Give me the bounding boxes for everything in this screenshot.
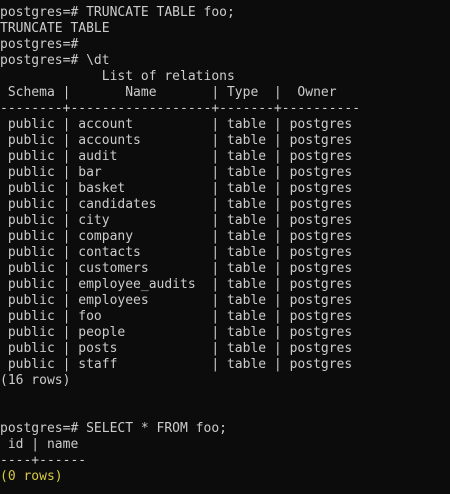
- table-row: public | city | table | postgres: [0, 213, 353, 228]
- terminal-window[interactable]: postgres=# TRUNCATE TABLE foo; TRUNCATE …: [0, 0, 450, 494]
- relations-title: List of relations: [0, 69, 235, 84]
- relations-separator: --------+------------------+-------+----…: [0, 101, 361, 116]
- table-row: public | contacts | table | postgres: [0, 245, 353, 260]
- table-row: public | foo | table | postgres: [0, 309, 353, 324]
- table-row: public | posts | table | postgres: [0, 341, 353, 356]
- table-row: public | employee_audits | table | postg…: [0, 277, 353, 292]
- table-row: public | account | table | postgres: [0, 117, 353, 132]
- table-row: public | company | table | postgres: [0, 229, 353, 244]
- truncate-result: TRUNCATE TABLE: [0, 21, 110, 36]
- foo-header: id | name: [0, 437, 79, 452]
- relations-row-count: (16 rows): [0, 373, 71, 388]
- relations-header: Schema | Name | Type | Owner: [0, 85, 337, 100]
- foo-separator: ----+------: [0, 453, 87, 468]
- empty-prompt: postgres=#: [0, 37, 79, 52]
- table-row: public | people | table | postgres: [0, 325, 353, 340]
- table-row: public | customers | table | postgres: [0, 261, 353, 276]
- table-row: public | employees | table | postgres: [0, 293, 353, 308]
- prompt-dt-command: postgres=# \dt: [0, 53, 110, 68]
- prompt-select-command: postgres=# SELECT * FROM foo;: [0, 421, 227, 436]
- foo-row-count: (0 rows): [0, 469, 63, 484]
- table-row: public | audit | table | postgres: [0, 149, 353, 164]
- table-row: public | basket | table | postgres: [0, 181, 353, 196]
- table-row: public | candidates | table | postgres: [0, 197, 353, 212]
- table-row: public | bar | table | postgres: [0, 165, 353, 180]
- table-row: public | staff | table | postgres: [0, 357, 353, 372]
- table-row: public | accounts | table | postgres: [0, 133, 353, 148]
- prompt-truncate-command: postgres=# TRUNCATE TABLE foo;: [0, 5, 235, 20]
